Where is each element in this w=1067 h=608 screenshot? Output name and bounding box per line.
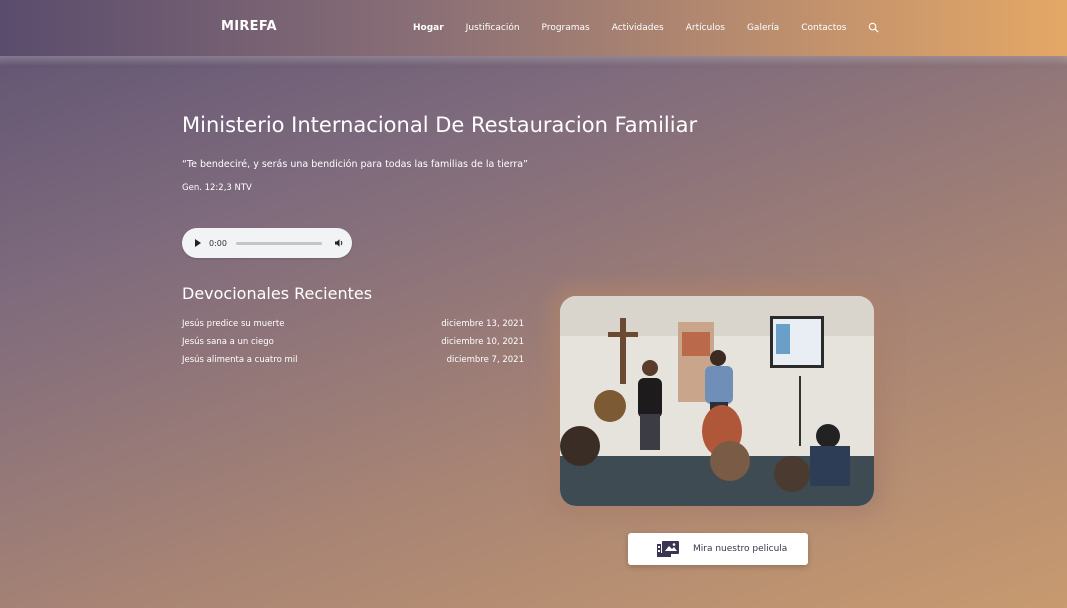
list-item: Jesús sana a un ciego diciembre 10, 2021 bbox=[182, 337, 524, 355]
volume-icon[interactable] bbox=[334, 238, 344, 248]
site-logo[interactable]: MIREFA bbox=[221, 19, 277, 34]
church-photo-illustration bbox=[560, 296, 874, 506]
devotionals-list: Jesús predice su muerte diciembre 13, 20… bbox=[182, 319, 524, 373]
nav-item-articulos[interactable]: Artículos bbox=[686, 23, 725, 33]
audio-time: 0:00 bbox=[209, 238, 227, 248]
watch-movie-button[interactable]: Mira nuestro pelicula bbox=[628, 533, 808, 565]
devotional-date: diciembre 13, 2021 bbox=[441, 319, 524, 329]
nav-item-hogar[interactable]: Hogar bbox=[413, 23, 444, 33]
audio-progress-slider[interactable] bbox=[235, 241, 322, 245]
bible-quote: “Te bendeciré, y serás una bendición par… bbox=[182, 159, 528, 170]
search-icon[interactable] bbox=[868, 22, 879, 33]
nav-item-contactos[interactable]: Contactos bbox=[801, 23, 846, 33]
play-icon[interactable] bbox=[195, 239, 201, 247]
nav-item-galeria[interactable]: Galería bbox=[747, 23, 779, 33]
devotional-date: diciembre 7, 2021 bbox=[446, 355, 524, 365]
nav-item-actividades[interactable]: Actividades bbox=[612, 23, 664, 33]
devotional-title-link[interactable]: Jesús alimenta a cuatro mil bbox=[182, 355, 297, 373]
devotional-title-link[interactable]: Jesús predice su muerte bbox=[182, 319, 284, 337]
video-gallery-icon bbox=[657, 541, 679, 557]
main-nav: Hogar Justificación Programas Actividade… bbox=[413, 22, 879, 33]
audio-player: 0:00 bbox=[182, 228, 352, 258]
list-item: Jesús predice su muerte diciembre 13, 20… bbox=[182, 319, 524, 337]
top-navigation-bar: MIREFA Hogar Justificación Programas Act… bbox=[0, 0, 1067, 66]
page-title: Ministerio Internacional De Restauracion… bbox=[182, 113, 698, 137]
nav-item-justificacion[interactable]: Justificación bbox=[466, 23, 520, 33]
watch-movie-label: Mira nuestro pelicula bbox=[693, 544, 788, 554]
devotional-date: diciembre 10, 2021 bbox=[441, 337, 524, 347]
list-item: Jesús alimenta a cuatro mil diciembre 7,… bbox=[182, 355, 524, 373]
bible-reference: Gen. 12:2,3 NTV bbox=[182, 183, 252, 193]
church-service-photo bbox=[560, 296, 874, 506]
devotional-title-link[interactable]: Jesús sana a un ciego bbox=[182, 337, 274, 355]
nav-item-programas[interactable]: Programas bbox=[542, 23, 590, 33]
devotionals-heading: Devocionales Recientes bbox=[182, 284, 373, 303]
